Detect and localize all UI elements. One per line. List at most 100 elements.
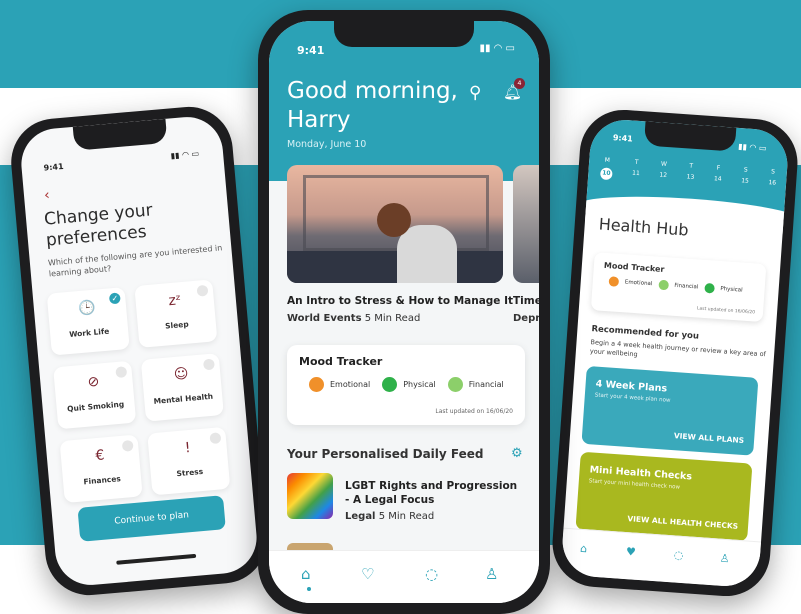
view-all-plans-link[interactable]: VIEW ALL PLANS (674, 431, 745, 445)
chat-icon[interactable]: ◌ (673, 548, 683, 562)
preference-work-life[interactable]: 🕒 Work Life ✓ (46, 287, 130, 356)
mood-row: Emotional Financial Physical (608, 276, 743, 295)
profile-icon[interactable]: ♙ (485, 565, 498, 583)
mood-label: Physical (720, 286, 743, 294)
sofa-shape (287, 251, 503, 283)
financial-face-icon (447, 377, 463, 392)
bottom-nav: ⌂ ♡ ◌ ♙ (269, 550, 539, 603)
mood-row: Emotional Physical Financial (309, 377, 504, 392)
home-icon[interactable]: ⌂ (301, 565, 311, 583)
day-number-selected: 10 (599, 167, 613, 181)
four-week-plans-card[interactable]: 4 Week Plans Start your 4 week plan now … (581, 365, 759, 456)
feed-item-title[interactable]: LGBT Rights and Progression - A Legal Fo… (345, 479, 525, 507)
preferences-grid: 🕒 Work Life ✓ zᶻ Sleep ⊘ Quit Smoking ☺ … (46, 277, 236, 504)
mood-label: Financial (674, 282, 699, 291)
mood-label: Emotional (624, 279, 653, 288)
article-category-next: Depr (513, 313, 539, 324)
mood-updated: Last updated on 16/06/20 (696, 306, 756, 316)
day-number: 13 (686, 173, 695, 181)
article-category: World Events (287, 313, 362, 324)
preference-sleep[interactable]: zᶻ Sleep (134, 279, 218, 348)
day-letter: T (634, 158, 639, 166)
article-image-stress[interactable] (287, 165, 503, 283)
preference-label: Stress (176, 466, 204, 479)
chat-icon[interactable]: ◌ (425, 565, 438, 583)
status-icons: ▮▮ ◠ ▭ (170, 149, 200, 161)
financial-face-icon (658, 279, 669, 291)
search-icon[interactable]: ⚲ (469, 83, 481, 103)
day-number: 15 (740, 177, 750, 185)
preference-label: Quit Smoking (66, 399, 125, 414)
mini-health-checks-card[interactable]: Mini Health Checks Start your mini healt… (575, 451, 753, 542)
status-time: 9:41 (297, 44, 325, 57)
day-mon[interactable]: M 10 (599, 156, 614, 181)
feed-title: Your Personalised Daily Feed (287, 447, 484, 461)
plan-subtitle: Start your 4 week plan now (594, 392, 671, 404)
day-wed[interactable]: W 12 (659, 161, 668, 184)
preference-quit-smoking[interactable]: ⊘ Quit Smoking (53, 360, 137, 430)
home-icon[interactable]: ⌂ (580, 542, 588, 555)
phone-home: 9:41 ▮▮ ◠ ▭ Good morning, Harry ⚲ 🔔︎ 4 M… (258, 10, 550, 614)
day-sun[interactable]: S 16 (768, 168, 777, 191)
heart-icon[interactable]: ♡ (361, 565, 374, 583)
feed-item-thumbnail[interactable] (287, 473, 333, 519)
mood-tracker-title: Mood Tracker (299, 355, 383, 368)
current-date: Monday, June 10 (287, 139, 367, 150)
day-number: 14 (713, 175, 722, 183)
home-screen: 9:41 ▮▮ ◠ ▭ Good morning, Harry ⚲ 🔔︎ 4 M… (269, 21, 539, 603)
physical-face-icon (703, 282, 715, 294)
status-icons: ▮▮ ◠ ▭ (479, 43, 515, 54)
preference-stress[interactable]: ! Stress (147, 426, 231, 496)
health-hub-screen: 9:41 ▮▮ ◠ ▭ M 10 T 11 W 12 T 13 F 14 S 15 S 16 … (560, 117, 790, 589)
day-thu[interactable]: T 13 (686, 162, 695, 185)
active-indicator (307, 587, 311, 591)
article-read-time: 5 Min Read (364, 313, 421, 324)
phone-notch (72, 118, 168, 151)
day-letter: W (660, 160, 668, 168)
preference-label: Sleep (164, 319, 189, 331)
day-tue[interactable]: T 11 (632, 159, 641, 182)
preferences-screen: 9:41 ▮▮ ◠ ▭ ‹ Change your preferences Wh… (18, 114, 260, 588)
phone-preferences: 9:41 ▮▮ ◠ ▭ ‹ Change your preferences Wh… (7, 103, 271, 599)
mood-label: Physical (403, 380, 436, 389)
article-title-next[interactable]: Time (513, 295, 539, 307)
heart-icon[interactable]: ♥ (626, 545, 637, 559)
home-indicator (116, 553, 197, 565)
article-meta: World Events 5 Min Read (287, 313, 420, 324)
gear-icon[interactable]: ⚙ (511, 446, 523, 461)
day-number: 16 (768, 179, 777, 187)
dog-shape (377, 203, 411, 237)
day-letter: M (604, 156, 611, 164)
view-all-health-checks-link[interactable]: VIEW ALL HEALTH CHECKS (627, 514, 738, 531)
day-letter: T (689, 162, 694, 170)
page-title: Change your preferences (43, 200, 154, 251)
greeting-title: Good morning, Harry (287, 78, 458, 133)
preference-label: Work Life (68, 326, 110, 340)
day-number: 12 (659, 171, 668, 180)
mood-label: Financial (468, 380, 504, 389)
emotional-face-icon (608, 276, 620, 287)
day-sat[interactable]: S 15 (741, 166, 750, 189)
physical-face-icon (382, 377, 398, 392)
feed-item-read-time: 5 Min Read (378, 511, 435, 522)
preference-mental-health[interactable]: ☺ Mental Health (140, 353, 224, 422)
status-icons: ▮▮ ◠ ▭ (737, 141, 767, 153)
mood-tracker-card[interactable]: Mood Tracker Emotional Physical Financia… (287, 345, 525, 425)
mood-tracker-title: Mood Tracker (603, 260, 665, 275)
status-time: 9:41 (612, 133, 634, 144)
profile-icon[interactable]: ♙ (719, 552, 730, 566)
mood-label: Emotional (330, 380, 371, 389)
day-fri[interactable]: F 14 (713, 164, 722, 187)
feed-item-meta: Legal 5 Min Read (345, 511, 434, 522)
status-time: 9:41 (43, 161, 64, 173)
day-number: 11 (631, 169, 641, 178)
back-chevron-icon[interactable]: ‹ (43, 187, 50, 203)
mood-tracker-card[interactable]: Mood Tracker Emotional Financial Physica… (590, 252, 767, 323)
day-letter: S (770, 168, 776, 176)
preference-finances[interactable]: € Finances (59, 434, 143, 504)
article-image-next[interactable] (513, 165, 539, 283)
article-title[interactable]: An Intro to Stress & How to Manage It (287, 295, 513, 307)
preference-label: Mental Health (153, 391, 214, 406)
plan-title: 4 Week Plans (595, 378, 668, 395)
continue-to-plan-button[interactable]: Continue to plan (77, 495, 226, 542)
